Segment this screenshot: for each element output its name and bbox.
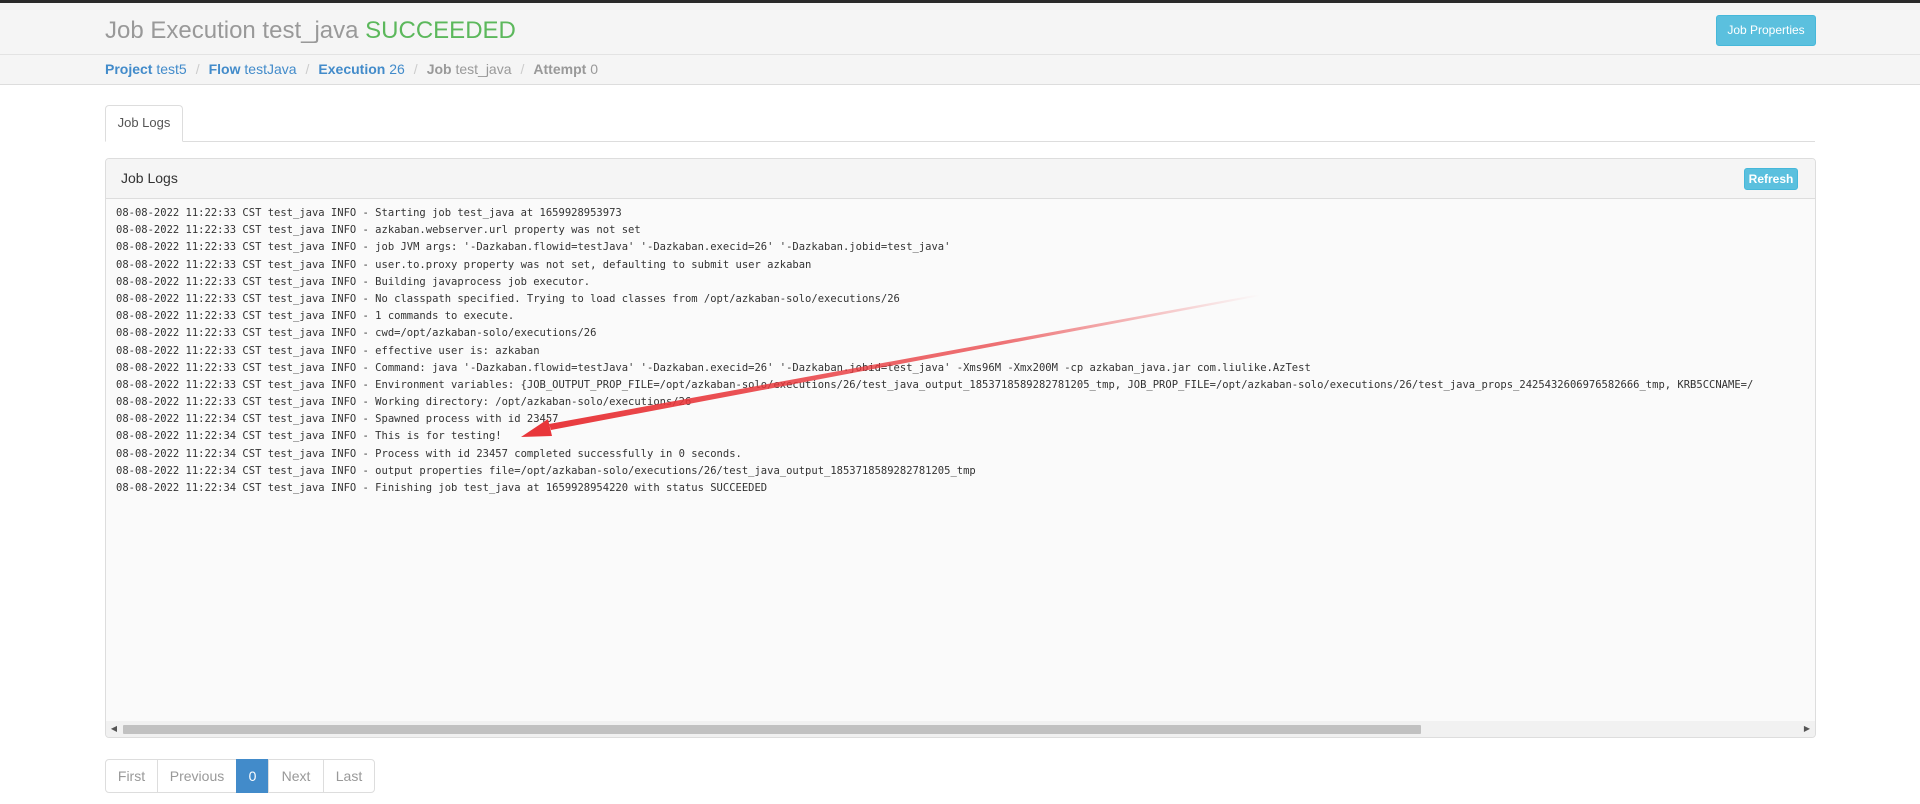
- log-output[interactable]: 08-08-2022 11:22:33 CST test_java INFO -…: [116, 205, 1811, 660]
- log-line: 08-08-2022 11:22:34 CST test_java INFO -…: [116, 413, 559, 426]
- breadcrumb-job: Job test_java: [427, 61, 512, 77]
- breadcrumb-flow-value: testJava: [244, 61, 297, 77]
- log-line: 08-08-2022 11:22:33 CST test_java INFO -…: [116, 241, 951, 254]
- breadcrumb-separator: /: [195, 61, 200, 77]
- log-line: 08-08-2022 11:22:33 CST test_java INFO -…: [116, 224, 641, 237]
- pagination-current-page[interactable]: 0: [236, 759, 269, 793]
- horizontal-scrollbar[interactable]: ◀ ▶: [106, 721, 1815, 737]
- scroll-left-arrow-icon[interactable]: ◀: [109, 724, 119, 734]
- log-line: 08-08-2022 11:22:34 CST test_java INFO -…: [116, 447, 742, 460]
- breadcrumb-project-key: Project: [105, 61, 153, 77]
- log-line: 08-08-2022 11:22:34 CST test_java INFO -…: [116, 430, 502, 443]
- scroll-right-arrow-icon[interactable]: ▶: [1802, 724, 1812, 734]
- tab-job-logs[interactable]: Job Logs: [105, 105, 183, 142]
- page-title: Job Execution test_java SUCCEEDED: [105, 16, 516, 46]
- log-line: 08-08-2022 11:22:34 CST test_java INFO -…: [116, 464, 976, 477]
- breadcrumb-attempt: Attempt 0: [533, 61, 598, 77]
- breadcrumb: Project test5 / Flow testJava / Execution 26…: [105, 61, 598, 77]
- refresh-button[interactable]: Refresh: [1744, 168, 1798, 190]
- breadcrumb-execution[interactable]: Execution 26: [318, 61, 404, 77]
- pagination-last[interactable]: Last: [323, 759, 375, 793]
- breadcrumb-project[interactable]: Project test5: [105, 61, 187, 77]
- pagination-previous[interactable]: Previous: [157, 759, 237, 793]
- breadcrumb-bar: Project test5 / Flow testJava / Execution 26…: [0, 54, 1920, 85]
- header-bar: Job Execution test_java SUCCEEDED Job Pr…: [0, 0, 1920, 54]
- breadcrumb-separator: /: [413, 61, 418, 77]
- breadcrumb-execution-key: Execution: [318, 61, 386, 77]
- log-line: 08-08-2022 11:22:33 CST test_java INFO -…: [116, 258, 812, 271]
- panel-title: Job Logs: [121, 170, 178, 186]
- tab-bar: Job Logs: [105, 105, 1815, 142]
- log-line: 08-08-2022 11:22:33 CST test_java INFO -…: [116, 292, 900, 305]
- breadcrumb-project-value: test5: [156, 61, 187, 77]
- breadcrumb-attempt-value: 0: [590, 61, 598, 77]
- page-title-text: Job Execution test_java: [105, 17, 359, 44]
- breadcrumb-attempt-key: Attempt: [533, 61, 587, 77]
- scrollbar-thumb[interactable]: [123, 725, 1421, 734]
- log-line: 08-08-2022 11:22:33 CST test_java INFO -…: [116, 327, 597, 340]
- breadcrumb-job-value: test_java: [455, 61, 512, 77]
- breadcrumb-execution-value: 26: [389, 61, 405, 77]
- log-line: 08-08-2022 11:22:33 CST test_java INFO -…: [116, 361, 1311, 374]
- breadcrumb-separator: /: [305, 61, 310, 77]
- job-logs-panel: Job Logs Refresh 08-08-2022 11:22:33 CST…: [105, 158, 1816, 738]
- pagination-next[interactable]: Next: [268, 759, 324, 793]
- log-line: 08-08-2022 11:22:33 CST test_java INFO -…: [116, 378, 1754, 391]
- breadcrumb-separator: /: [520, 61, 525, 77]
- execution-status: SUCCEEDED: [365, 17, 516, 44]
- log-line: 08-08-2022 11:22:33 CST test_java INFO -…: [116, 275, 591, 288]
- breadcrumb-job-key: Job: [426, 61, 452, 77]
- log-line: 08-08-2022 11:22:33 CST test_java INFO -…: [116, 310, 515, 323]
- job-properties-button[interactable]: Job Properties: [1716, 15, 1816, 46]
- panel-heading: Job Logs Refresh: [106, 159, 1815, 199]
- log-line: 08-08-2022 11:22:34 CST test_java INFO -…: [116, 482, 768, 494]
- breadcrumb-flow-key: Flow: [208, 61, 241, 77]
- log-line: 08-08-2022 11:22:33 CST test_java INFO -…: [116, 396, 692, 409]
- log-line: 08-08-2022 11:22:33 CST test_java INFO -…: [116, 344, 540, 357]
- pagination-first[interactable]: First: [105, 759, 158, 793]
- breadcrumb-flow[interactable]: Flow testJava: [209, 61, 297, 77]
- pagination: First Previous 0 Next Last: [105, 759, 375, 793]
- log-line: 08-08-2022 11:22:33 CST test_java INFO -…: [116, 207, 622, 219]
